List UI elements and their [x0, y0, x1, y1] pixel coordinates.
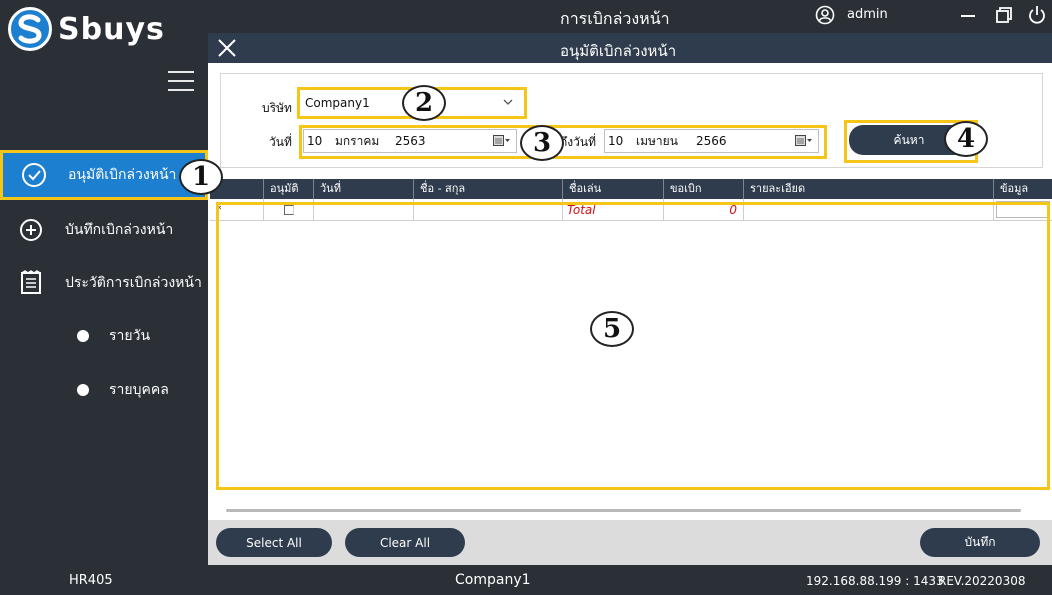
date-from-label: วันที่: [269, 135, 292, 149]
date-to-month: เมษายน: [636, 133, 678, 148]
fullname-cell[interactable]: [414, 199, 563, 220]
title-bar: การเบิกล่วงหน้า admin: [208, 0, 1052, 33]
dialog-header: อนุมัติเบิกล่วงหน้า: [208, 33, 1052, 63]
bullet-icon: [77, 384, 89, 396]
chevron-down-icon: [502, 96, 514, 111]
minimize-icon[interactable]: [957, 4, 979, 26]
calendar-dropdown-icon[interactable]: [493, 135, 511, 147]
action-bar: Select All Clear All บันทึก: [208, 520, 1052, 565]
col-info[interactable]: ข้อมูล: [994, 179, 1052, 199]
user-name[interactable]: admin: [847, 7, 888, 22]
company-select-value: Company1: [305, 96, 370, 110]
sidebar-subitem-label: รายบุคคล: [109, 382, 169, 398]
plus-circle-icon: [17, 216, 45, 244]
detail-cell[interactable]: [744, 199, 994, 220]
annotation-badge-5: 5: [590, 311, 634, 347]
status-company: Company1: [455, 572, 531, 588]
power-icon[interactable]: [1026, 4, 1048, 26]
date-from-month: มกราคม: [335, 133, 380, 148]
col-nickname[interactable]: ชื่อเล่น: [563, 179, 664, 199]
annotation-badge-3: 3: [520, 125, 564, 161]
sidebar-subitem-daily[interactable]: รายวัน: [0, 316, 208, 356]
amount-total-cell: 0: [664, 199, 744, 220]
restore-icon[interactable]: [993, 4, 1015, 26]
logo-s-icon: [8, 7, 52, 51]
status-revision: REV.20220308: [938, 574, 1026, 588]
info-button[interactable]: [996, 201, 1050, 218]
calendar-dropdown-icon[interactable]: [795, 135, 813, 147]
date-to-picker[interactable]: 10 เมษายน 2566: [604, 129, 819, 153]
col-amount[interactable]: ขอเบิก: [664, 179, 744, 199]
annotation-badge-2: 2: [402, 85, 446, 121]
date-to-label: ถึงวันที่: [560, 135, 596, 149]
dialog-title: อนุมัติเบิกล่วงหน้า: [560, 42, 677, 60]
app-logo: Sbuys: [8, 6, 165, 52]
approve-checkbox-cell[interactable]: [264, 199, 314, 220]
sidebar-item-record-advance[interactable]: บันทึกเบิกล่วงหน้า: [0, 205, 208, 255]
company-label: บริษัท: [262, 101, 292, 115]
close-icon[interactable]: [216, 37, 238, 59]
date-from-year: 2563: [395, 134, 426, 148]
col-approve[interactable]: อนุมัติ: [264, 179, 314, 199]
nickname-total-cell: Total: [563, 199, 664, 220]
document-list-icon: [17, 269, 45, 297]
sidebar: Sbuys อนุมัติเบิกล่วงหน้า บันทึกเบิกล่วง…: [0, 0, 208, 565]
grid-header: อนุมัติ วันที่ ชื่อ - สกุล ชื่อเล่น ขอเบ…: [210, 179, 1052, 199]
bullet-icon: [77, 330, 89, 342]
date-from-picker[interactable]: 10 มกราคม 2563: [303, 129, 517, 153]
status-server: 192.168.88.199 : 1433: [806, 574, 944, 588]
sidebar-item-label: บันทึกเบิกล่วงหน้า: [65, 222, 174, 238]
sidebar-item-approve-advance[interactable]: อนุมัติเบิกล่วงหน้า: [0, 150, 208, 200]
row-marker: *: [210, 199, 264, 220]
annotation-badge-1: 1: [179, 159, 223, 195]
status-bar: HR405 Company1 192.168.88.199 : 1433 REV…: [0, 565, 1052, 595]
table-row[interactable]: * Total 0: [210, 199, 1052, 221]
col-date[interactable]: วันที่: [314, 179, 414, 199]
sidebar-subitem-label: รายวัน: [109, 328, 151, 344]
check-circle-icon: [20, 161, 48, 189]
save-button[interactable]: บันทึก: [920, 528, 1040, 557]
user-icon[interactable]: [815, 5, 835, 25]
date-to-year: 2566: [696, 134, 727, 148]
info-cell[interactable]: [994, 199, 1052, 220]
select-all-button[interactable]: Select All: [216, 528, 332, 557]
sidebar-item-advance-history[interactable]: ประวัติการเบิกล่วงหน้า: [0, 258, 208, 308]
col-fullname[interactable]: ชื่อ - สกุล: [414, 179, 563, 199]
status-module: HR405: [69, 573, 113, 588]
clear-all-button[interactable]: Clear All: [345, 528, 465, 557]
content-area: บริษัท Company1 วันที่ 10 มกราคม 2563 ถึ…: [208, 63, 1052, 520]
sidebar-item-label: ประวัติการเบิกล่วงหน้า: [65, 275, 202, 291]
window-title: การเบิกล่วงหน้า: [560, 9, 670, 28]
horizontal-scrollbar[interactable]: [226, 509, 1021, 512]
date-to-day: 10: [608, 134, 624, 148]
sidebar-item-label: อนุมัติเบิกล่วงหน้า: [68, 167, 177, 183]
logo-text: Sbuys: [58, 11, 165, 47]
sidebar-subitem-per-person[interactable]: รายบุคคล: [0, 370, 208, 410]
col-detail[interactable]: รายละเอียด: [744, 179, 994, 199]
date-cell[interactable]: [314, 199, 414, 220]
date-from-day: 10: [307, 134, 323, 148]
approve-checkbox[interactable]: [283, 205, 294, 215]
annotation-badge-4: 4: [944, 121, 988, 157]
menu-toggle-icon[interactable]: [168, 71, 194, 93]
